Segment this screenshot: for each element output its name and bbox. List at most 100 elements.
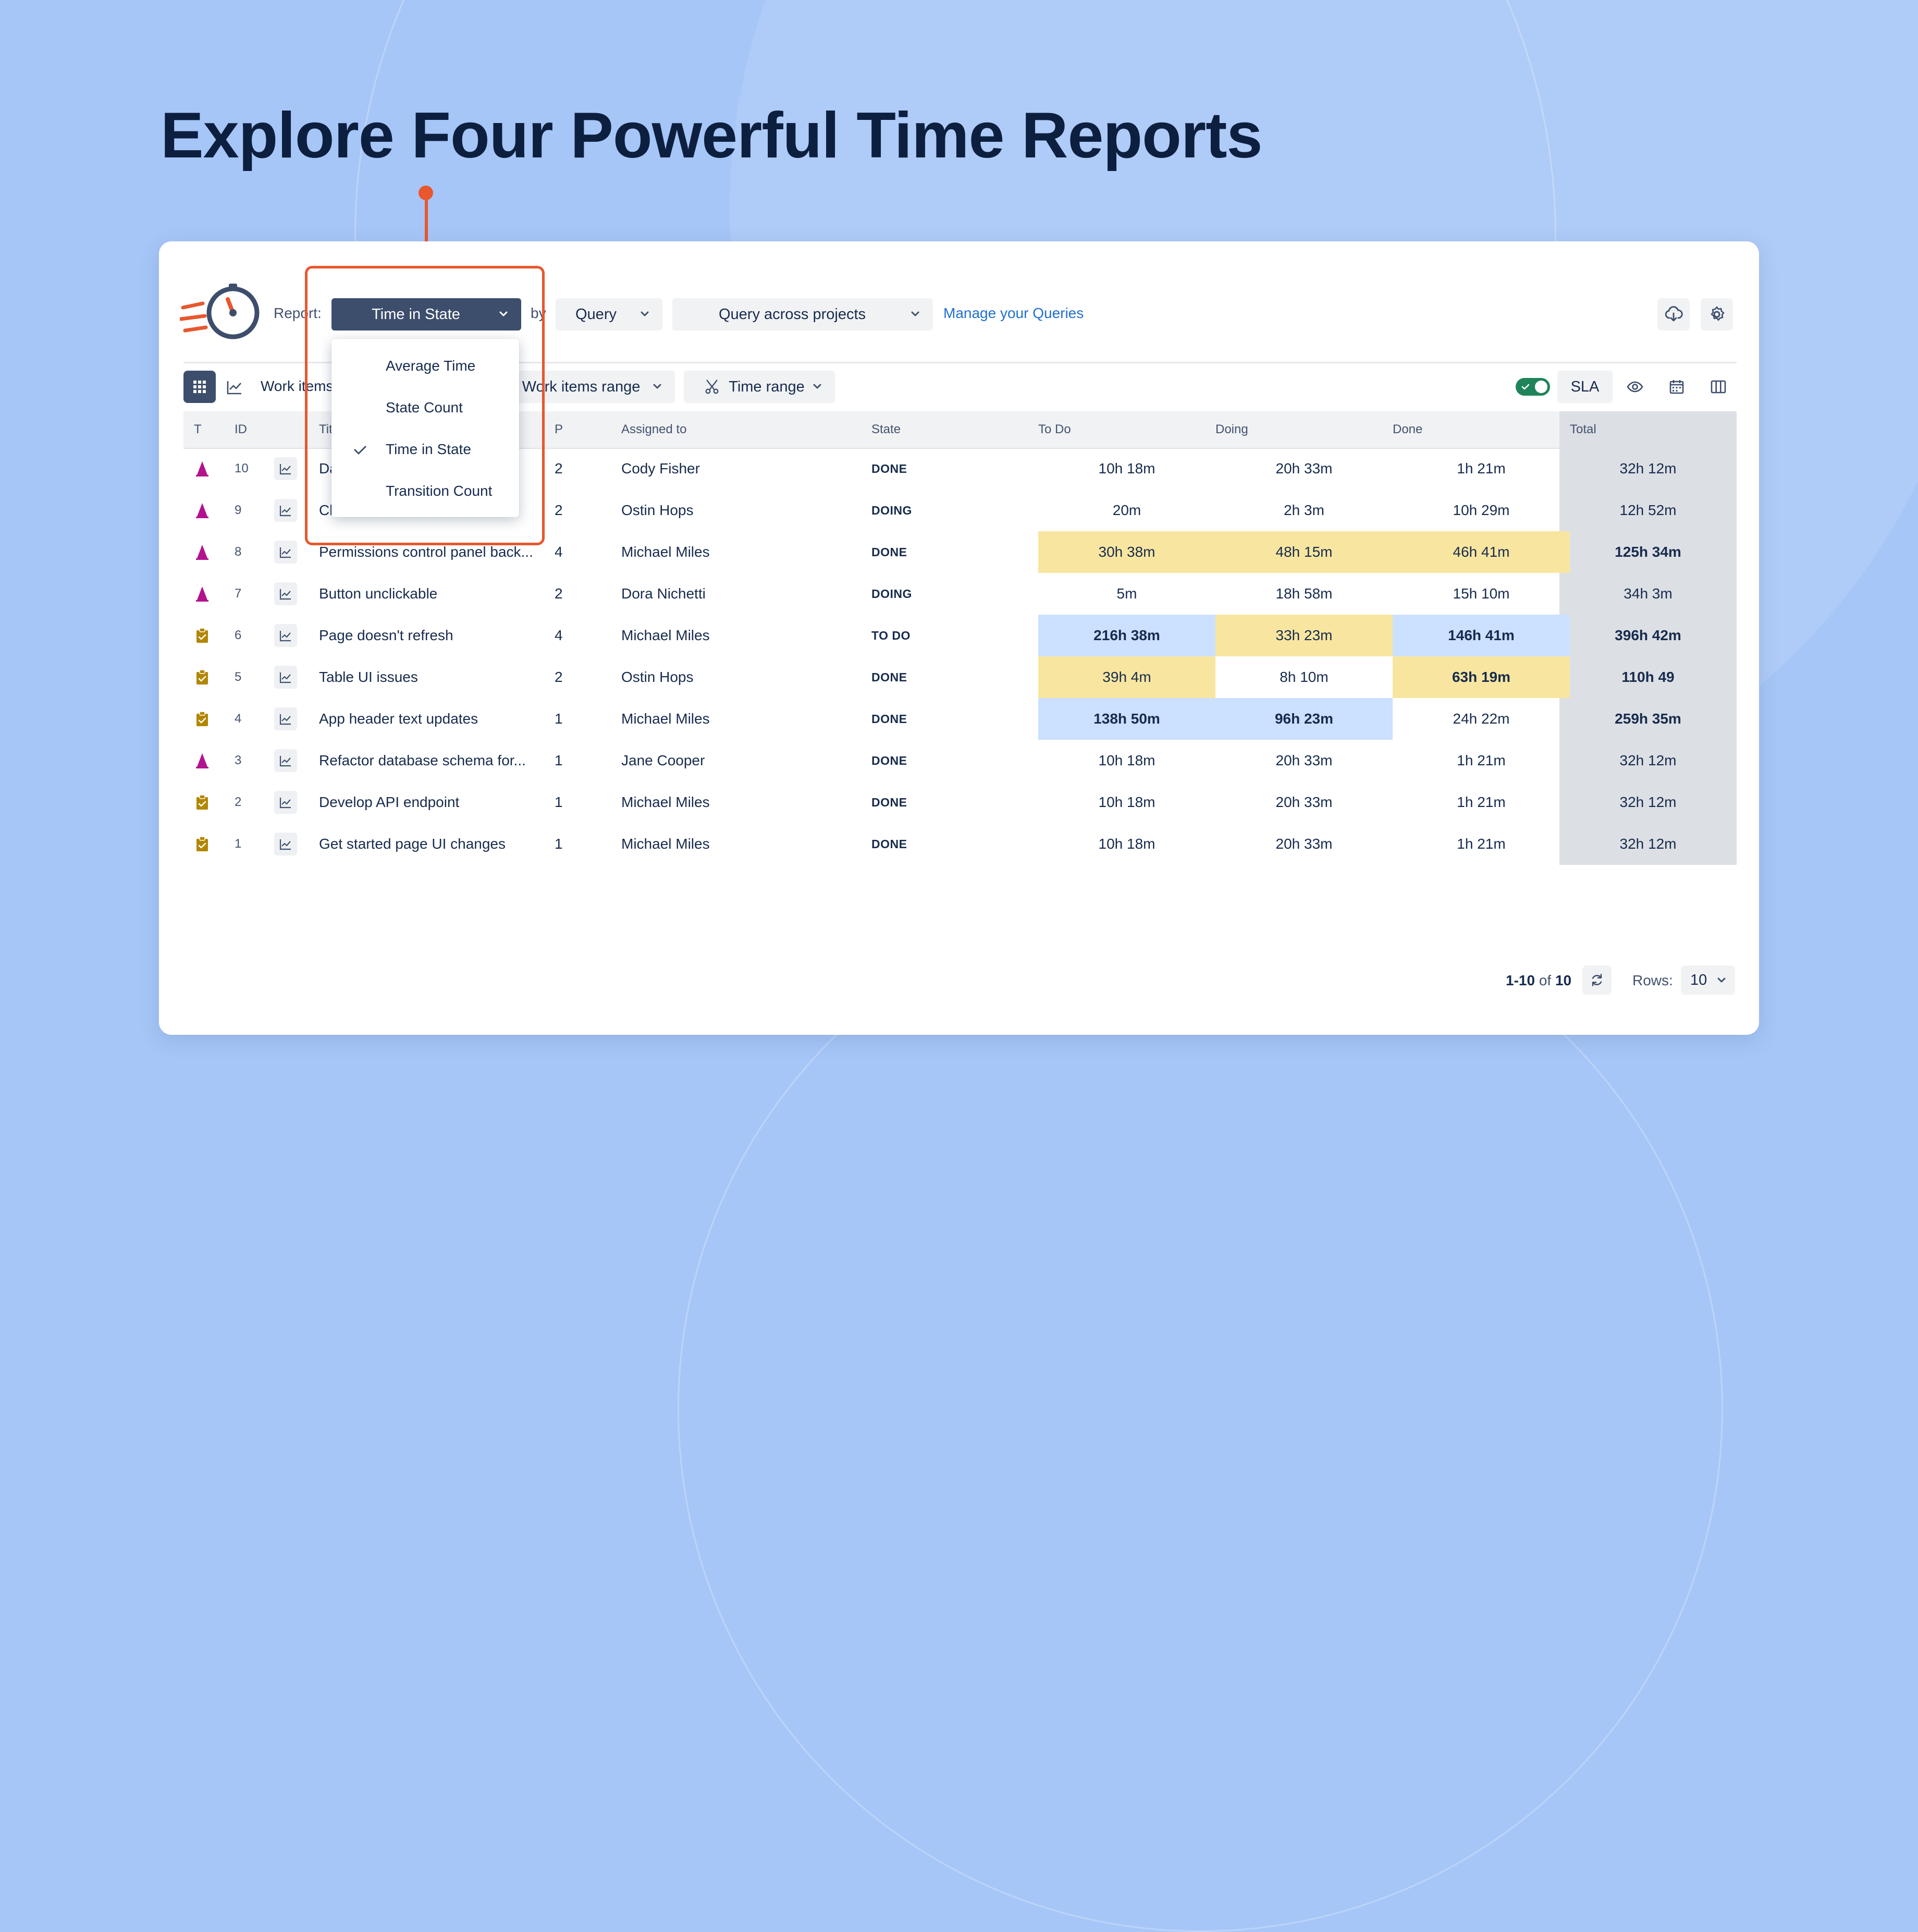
rows-per-page-select[interactable]: 10 — [1681, 965, 1735, 995]
calendar-button[interactable] — [1661, 371, 1693, 403]
row-title[interactable]: Get started page UI changes — [319, 823, 548, 865]
grid-view-button[interactable] — [183, 371, 216, 403]
menu-item-time-in-state[interactable]: Time in State — [331, 429, 519, 470]
row-chart-button[interactable] — [274, 624, 297, 647]
row-total-time: 110h 49 — [1621, 669, 1675, 685]
sla-button[interactable]: SLA — [1557, 371, 1613, 403]
refresh-button[interactable] — [1582, 965, 1612, 995]
row-state: DONE — [871, 796, 907, 809]
row-todo-time: 5m — [1116, 585, 1137, 602]
rows-per-page-value: 10 — [1690, 971, 1707, 988]
report-type-menu: Average Time State Count Time in State T… — [331, 339, 519, 517]
col-assignee[interactable]: Assigned to — [621, 411, 686, 448]
work-items-label[interactable]: Work items — [261, 378, 334, 395]
col-type[interactable]: T — [194, 411, 202, 448]
row-state: DONE — [871, 462, 907, 475]
col-id[interactable]: ID — [235, 411, 247, 448]
menu-item-label: Transition Count — [386, 483, 493, 499]
row-doing-time: 8h 10m — [1280, 669, 1329, 685]
row-id: 5 — [235, 670, 242, 684]
row-total-time: 259h 35m — [1615, 711, 1681, 727]
row-chart-button[interactable] — [274, 582, 297, 605]
row-id: 10 — [235, 461, 249, 475]
row-chart-button[interactable] — [274, 499, 297, 522]
col-done[interactable]: Done — [1393, 411, 1422, 448]
row-title[interactable]: Refactor database schema for... — [319, 740, 548, 781]
table-row[interactable]: 3 Refactor database schema for... 1 Jane Co… — [183, 740, 1737, 781]
background-arc — [678, 886, 1723, 1932]
row-todo-time: 39h 4m — [1102, 669, 1151, 685]
visibility-button[interactable] — [1619, 371, 1651, 403]
pagination-range: 1-10 — [1506, 972, 1535, 988]
row-chart-button[interactable] — [274, 457, 297, 480]
table-row[interactable]: 6 Page doesn't refresh 4 Michael Miles TO DO… — [183, 615, 1737, 656]
row-title[interactable]: App header text updates — [319, 698, 548, 740]
table-row[interactable]: 4 App header text updates 1 Michael Miles DO… — [183, 698, 1737, 740]
row-title[interactable]: Table UI issues — [319, 656, 548, 698]
menu-item-label: Average Time — [386, 358, 476, 374]
row-priority: 2 — [555, 460, 563, 476]
row-assignee: Jane Cooper — [621, 752, 705, 768]
row-id: 3 — [235, 753, 242, 767]
check-icon — [354, 446, 366, 455]
table-row[interactable]: 8 Permissions control panel back... 4 Micha… — [183, 531, 1737, 573]
trend-chart-icon — [279, 587, 292, 601]
sla-label: SLA — [1570, 378, 1600, 395]
row-priority: 2 — [555, 502, 563, 518]
row-state: DONE — [871, 545, 907, 559]
columns-button[interactable] — [1702, 371, 1735, 403]
chart-view-button[interactable] — [218, 371, 251, 403]
row-title[interactable]: Button unclickable — [319, 573, 548, 615]
row-chart-button[interactable] — [274, 791, 297, 814]
row-state: DONE — [871, 712, 907, 726]
table-row[interactable]: 1 Get started page UI changes 1 Michael Mil… — [183, 823, 1737, 865]
row-title[interactable]: Permissions control panel back... — [319, 531, 548, 573]
row-chart-button[interactable] — [274, 707, 297, 730]
page-headline: Explore Four Powerful Time Reports — [161, 100, 1262, 172]
row-doing-time: 96h 23m — [1274, 711, 1334, 727]
chevron-down-icon — [911, 311, 919, 316]
settings-button[interactable] — [1701, 298, 1733, 331]
table-row[interactable]: 2 Develop API endpoint 1 Michael Miles DONE 1… — [183, 781, 1737, 823]
menu-item-average-time[interactable]: Average Time — [331, 345, 519, 387]
query-select[interactable]: Query across projects — [672, 298, 933, 331]
menu-item-transition-count[interactable]: Transition Count — [331, 470, 519, 512]
row-id: 4 — [235, 712, 242, 726]
row-done-time: 1h 21m — [1457, 752, 1506, 768]
row-doing-time: 20h 33m — [1275, 752, 1333, 768]
source-select[interactable]: Query — [556, 298, 662, 331]
row-chart-button[interactable] — [274, 833, 297, 855]
check-icon — [1521, 384, 1530, 390]
pagination-total: 10 — [1555, 972, 1572, 988]
row-done-time: 24h 22m — [1453, 711, 1510, 727]
row-assignee: Michael Miles — [621, 711, 710, 727]
col-todo[interactable]: To Do — [1038, 411, 1071, 448]
row-title[interactable]: Develop API endpoint — [319, 781, 548, 823]
row-chart-button[interactable] — [274, 541, 297, 564]
report-type-select[interactable]: Time in State — [331, 298, 521, 331]
row-doing-time: 48h 15m — [1275, 544, 1333, 560]
row-done-time: 15h 10m — [1453, 585, 1510, 602]
task-type-icon — [194, 794, 211, 811]
menu-item-state-count[interactable]: State Count — [331, 387, 519, 429]
table-row[interactable]: 7 Button unclickable 2 Dora Nichetti DOING 5m… — [183, 573, 1737, 615]
trend-chart-icon — [279, 837, 292, 851]
trend-chart-icon — [279, 670, 292, 684]
row-chart-button[interactable] — [274, 666, 297, 689]
row-doing-time: 20h 33m — [1275, 794, 1333, 810]
table-row[interactable]: 5 Table UI issues 2 Ostin Hops DONE 39h 4m 8h … — [183, 656, 1737, 698]
export-button[interactable] — [1657, 298, 1690, 331]
time-range-select[interactable]: Time range — [684, 371, 835, 403]
row-chart-button[interactable] — [274, 749, 297, 772]
work-items-range-select[interactable]: Work items range — [513, 371, 675, 403]
spike-type-icon — [194, 544, 211, 560]
col-doing[interactable]: Doing — [1215, 411, 1248, 448]
sla-toggle[interactable] — [1516, 378, 1550, 396]
col-priority[interactable]: P — [555, 411, 563, 448]
task-type-icon — [194, 711, 211, 727]
col-state[interactable]: State — [871, 411, 901, 448]
row-title[interactable]: Page doesn't refresh — [319, 615, 548, 656]
manage-queries-link[interactable]: Manage your Queries — [943, 305, 1084, 322]
row-done-time: 1h 21m — [1457, 460, 1506, 476]
col-total[interactable]: Total — [1570, 411, 1596, 448]
